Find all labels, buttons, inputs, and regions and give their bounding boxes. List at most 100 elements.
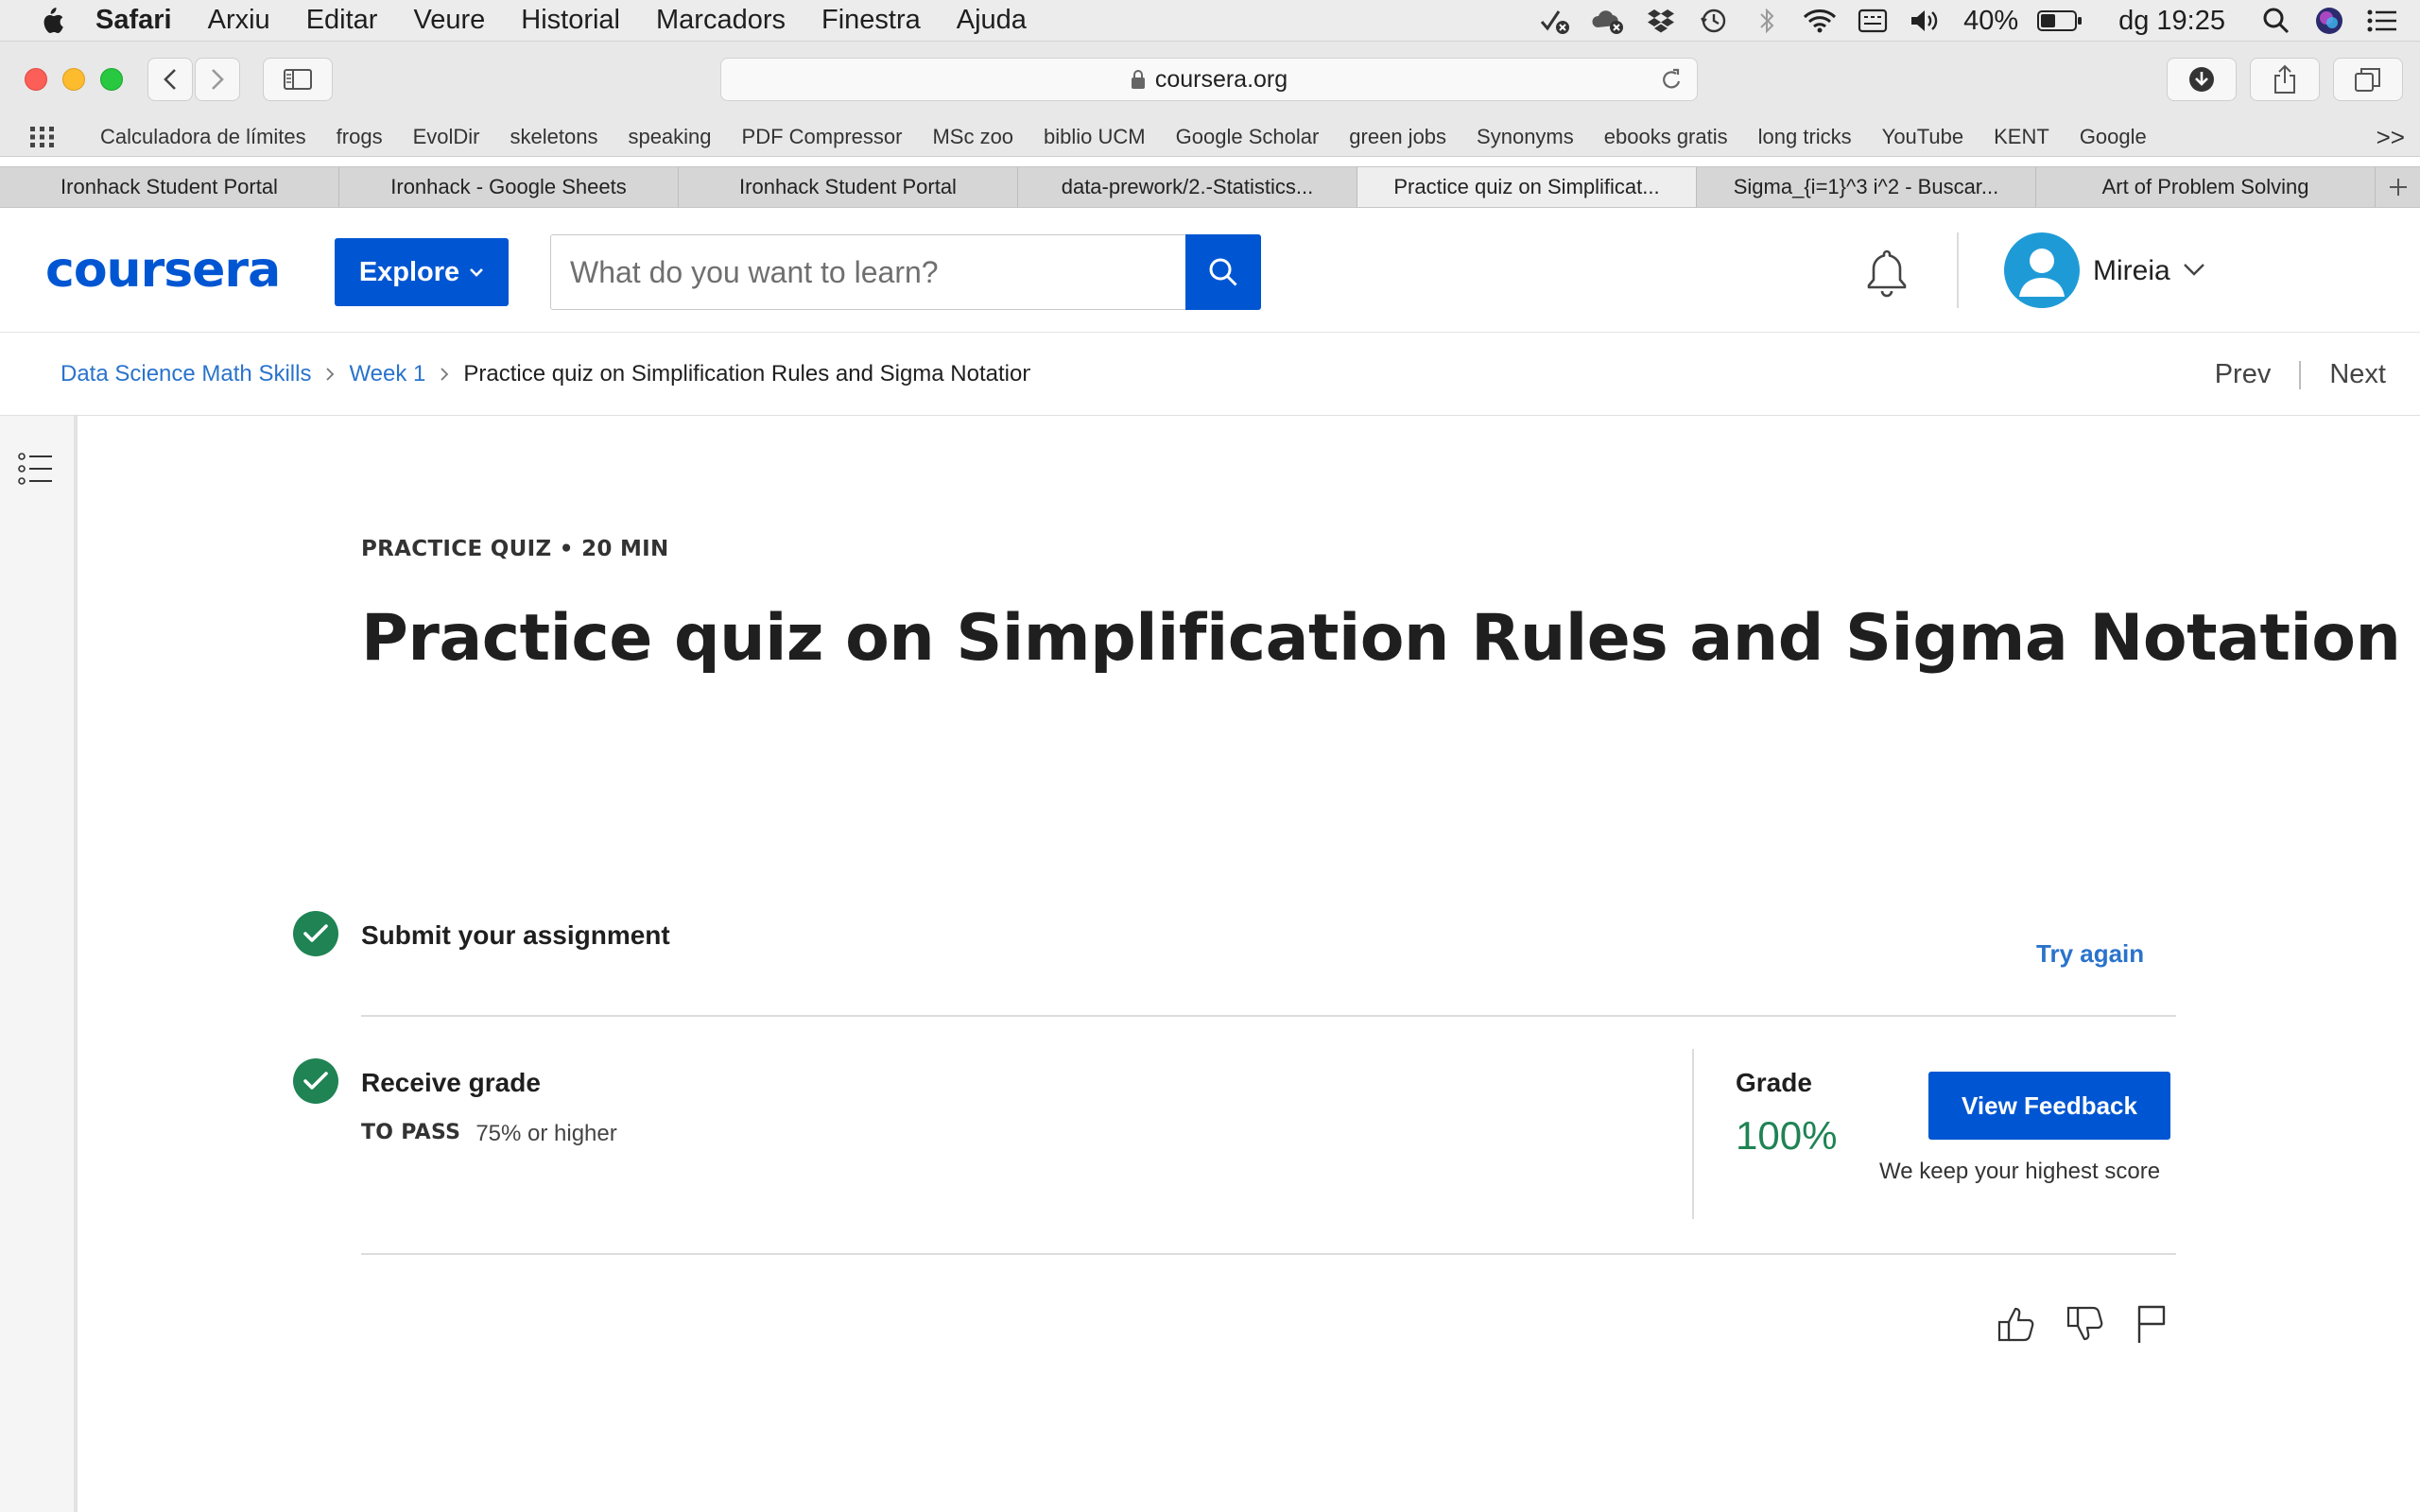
wifi-icon[interactable]: [1797, 0, 1842, 42]
check-icon: [293, 1058, 338, 1104]
bookmark-item[interactable]: KENT: [1979, 125, 2065, 149]
chevron-right-icon: [212, 69, 224, 90]
browser-tab-active[interactable]: Practice quiz on Simplificat...: [1357, 167, 1697, 207]
menu-item-file[interactable]: Arxiu: [190, 5, 288, 36]
browser-tab[interactable]: data-prework/2.-Statistics...: [1018, 167, 1357, 207]
prev-button[interactable]: Prev: [2215, 359, 2272, 390]
bookmark-item[interactable]: skeletons: [495, 125, 614, 149]
try-again-link[interactable]: Try again: [2036, 939, 2144, 969]
user-icon: [2019, 249, 2065, 297]
address-bar[interactable]: coursera.org: [720, 58, 1698, 101]
menu-item-view[interactable]: Veure: [395, 5, 503, 36]
next-button[interactable]: Next: [2329, 359, 2386, 390]
reload-icon[interactable]: [1659, 67, 1684, 94]
receive-grade-step: Receive grade: [361, 1068, 541, 1097]
list-icon: [18, 453, 52, 485]
menu-app-name[interactable]: Safari: [78, 5, 190, 36]
menu-item-edit[interactable]: Editar: [288, 5, 396, 36]
close-window-button[interactable]: [25, 68, 47, 91]
apps-grid-icon[interactable]: [0, 125, 85, 149]
bookmark-item[interactable]: Synonyms: [1461, 125, 1589, 149]
download-icon: [2189, 67, 2214, 92]
menu-item-help[interactable]: Ajuda: [939, 5, 1045, 36]
bookmark-item[interactable]: green jobs: [1334, 125, 1461, 149]
flag-icon[interactable]: [2127, 1300, 2174, 1348]
search-input[interactable]: [551, 235, 1184, 309]
avatar[interactable]: [2004, 232, 2080, 308]
browser-tab[interactable]: Art of Problem Solving: [2036, 167, 2376, 207]
browser-tab[interactable]: Ironhack - Google Sheets: [339, 167, 679, 207]
bookmarks-overflow-button[interactable]: >>: [2377, 123, 2405, 152]
tabs-icon: [2355, 68, 2380, 92]
notification-center-icon[interactable]: [2360, 0, 2405, 42]
grade-label: Grade: [1736, 1068, 1812, 1097]
spotlight-search-icon[interactable]: [2254, 0, 2299, 42]
grade-divider: [1692, 1049, 1694, 1219]
menu-item-history[interactable]: Historial: [503, 5, 638, 36]
volume-icon[interactable]: [1903, 0, 1948, 42]
username[interactable]: Mireia: [2093, 255, 2170, 287]
page-title: Practice quiz on Simplification Rules an…: [361, 601, 2401, 676]
course-outline-toggle[interactable]: [17, 450, 55, 492]
search-button[interactable]: [1185, 234, 1261, 310]
keyboard-input-icon[interactable]: [1850, 0, 1895, 42]
menu-item-bookmarks[interactable]: Marcadors: [638, 5, 804, 36]
bookmark-item[interactable]: EvolDir: [398, 125, 495, 149]
bookmark-item[interactable]: long tricks: [1743, 125, 1867, 149]
battery-icon[interactable]: [2033, 0, 2086, 42]
bookmark-item[interactable]: YouTube: [1867, 125, 1979, 149]
minimize-window-button[interactable]: [62, 68, 85, 91]
section-divider: [361, 1253, 2176, 1255]
search-box: [550, 234, 1261, 310]
quiz-kicker: PRACTICE QUIZ • 20 MIN: [361, 537, 669, 561]
bookmark-item[interactable]: biblio UCM: [1028, 125, 1161, 149]
bookmark-item[interactable]: ebooks gratis: [1589, 125, 1743, 149]
browser-tab[interactable]: Sigma_{i=1}^3 i^2 - Buscar...: [1697, 167, 2036, 207]
bluetooth-icon[interactable]: [1744, 0, 1789, 42]
breadcrumb: Data Science Math Skills Week 1 Practice…: [60, 361, 1030, 387]
macos-menu-bar: Safari Arxiu Editar Veure Historial Marc…: [0, 0, 2420, 42]
tab-bar: Ironhack Student Portal Ironhack - Googl…: [0, 166, 2420, 208]
new-tab-button[interactable]: [2376, 167, 2420, 207]
browser-tab[interactable]: Ironhack Student Portal: [679, 167, 1018, 207]
bookmark-item[interactable]: MSc zoo: [917, 125, 1028, 149]
back-button[interactable]: [147, 58, 193, 101]
menu-clock[interactable]: dg 19:25: [2107, 6, 2237, 37]
course-outline-rail: [0, 416, 78, 1512]
explore-label: Explore: [358, 256, 460, 287]
lock-icon: [1131, 70, 1145, 89]
bookmark-item[interactable]: Calculadora de límites: [85, 125, 321, 149]
tab-overview-button[interactable]: [2333, 58, 2403, 101]
grammar-check-icon[interactable]: [1532, 0, 1578, 42]
bookmark-item[interactable]: Google Scholar: [1161, 125, 1335, 149]
breadcrumb-course-link[interactable]: Data Science Math Skills: [60, 361, 311, 387]
section-divider: [361, 1015, 2176, 1017]
view-feedback-button[interactable]: View Feedback: [1928, 1072, 2170, 1140]
share-button[interactable]: [2250, 58, 2320, 101]
cloud-sync-icon[interactable]: [1585, 0, 1631, 42]
apple-icon[interactable]: [25, 0, 78, 42]
thumbs-down-icon[interactable]: [2062, 1300, 2109, 1348]
chevron-down-icon[interactable]: [2182, 261, 2206, 278]
coursera-logo[interactable]: coursera: [45, 242, 281, 299]
bookmark-item[interactable]: speaking: [613, 125, 726, 149]
forward-button[interactable]: [195, 58, 240, 101]
time-machine-icon[interactable]: [1691, 0, 1737, 42]
menu-item-window[interactable]: Finestra: [804, 5, 939, 36]
downloads-button[interactable]: [2167, 58, 2237, 101]
dropbox-icon[interactable]: [1638, 0, 1684, 42]
thumbs-up-icon[interactable]: [1993, 1300, 2040, 1348]
sidebar-toggle-button[interactable]: [263, 58, 333, 101]
bookmark-item[interactable]: frogs: [321, 125, 398, 149]
breadcrumb-bar: Data Science Math Skills Week 1 Practice…: [0, 333, 2420, 416]
siri-icon[interactable]: [2307, 0, 2352, 42]
url-text: coursera.org: [1154, 65, 1288, 93]
bookmark-item[interactable]: Google: [2065, 125, 2162, 149]
explore-button[interactable]: Explore: [335, 238, 509, 306]
item-navigation: Prev Next: [2215, 359, 2386, 390]
breadcrumb-week-link[interactable]: Week 1: [349, 361, 425, 387]
browser-tab[interactable]: Ironhack Student Portal: [0, 167, 339, 207]
notifications-button[interactable]: [1862, 248, 1911, 303]
zoom-window-button[interactable]: [100, 68, 123, 91]
bookmark-item[interactable]: PDF Compressor: [727, 125, 918, 149]
